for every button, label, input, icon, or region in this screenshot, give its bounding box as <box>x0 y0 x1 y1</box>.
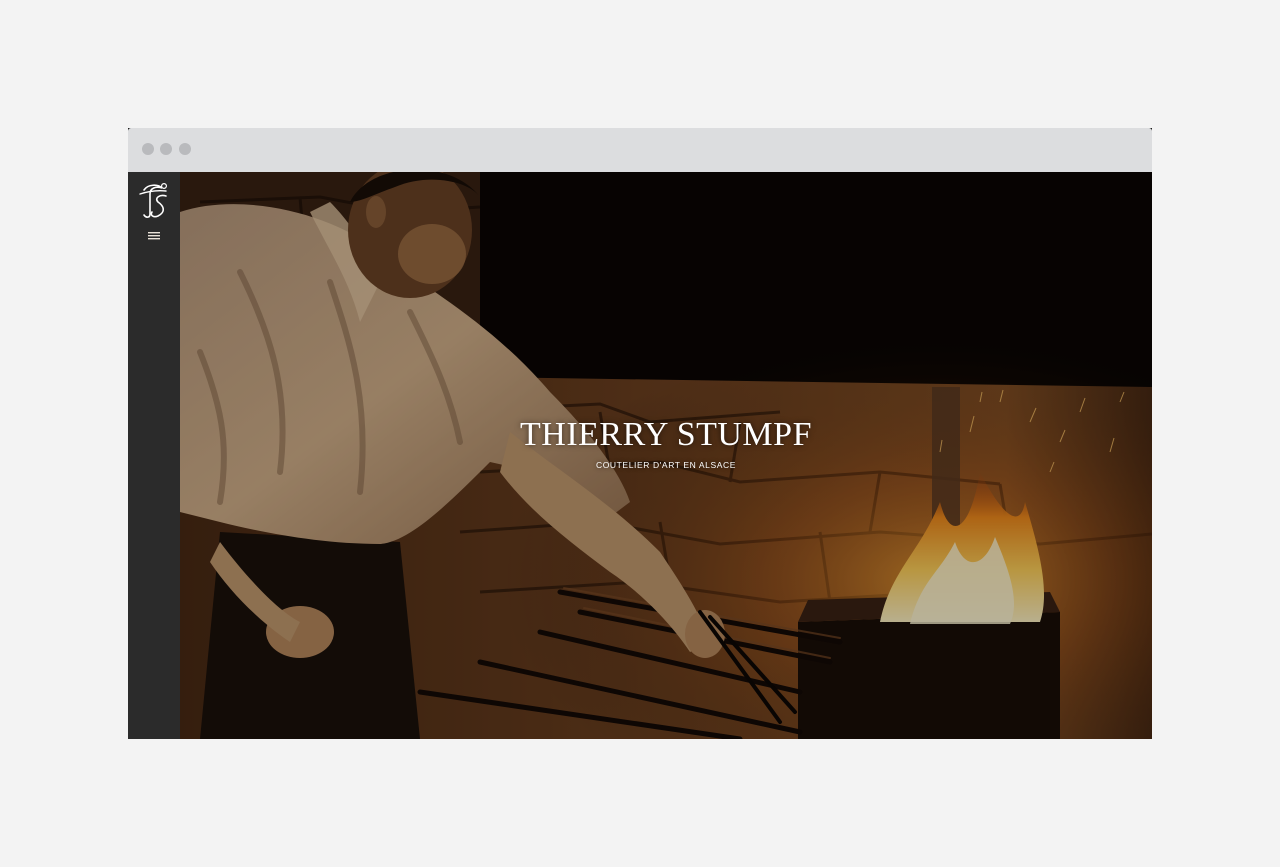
window-dot-icon[interactable] <box>142 143 154 155</box>
site-title: THIERRY STUMPF <box>520 416 812 453</box>
window-dot-icon[interactable] <box>160 143 172 155</box>
hero-heading-group: THIERRY STUMPF COUTELIER D'ART EN ALSACE <box>180 416 1152 470</box>
ts-monogram-icon[interactable] <box>136 180 172 222</box>
site-subtitle: COUTELIER D'ART EN ALSACE <box>595 460 737 470</box>
sidebar <box>128 172 180 739</box>
window-dot-icon[interactable] <box>179 143 191 155</box>
browser-chrome <box>128 128 1152 172</box>
page-viewport: THIERRY STUMPF COUTELIER D'ART EN ALSACE <box>128 172 1152 739</box>
browser-window: THIERRY STUMPF COUTELIER D'ART EN ALSACE <box>128 128 1152 739</box>
hamburger-menu-icon[interactable] <box>145 229 163 243</box>
hero-section: THIERRY STUMPF COUTELIER D'ART EN ALSACE <box>180 172 1152 739</box>
